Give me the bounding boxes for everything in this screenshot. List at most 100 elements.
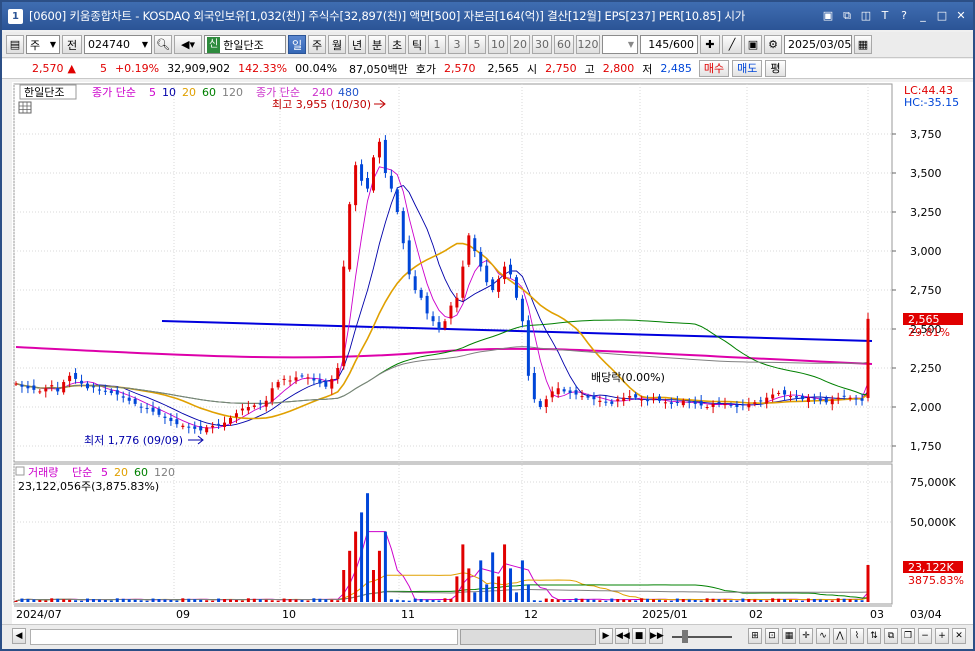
code-input[interactable]: 024740 ▼ <box>84 35 152 54</box>
horizontal-scrollbar[interactable] <box>30 629 458 645</box>
buy-button[interactable]: 매수 <box>698 60 730 77</box>
volume-bar <box>634 600 638 602</box>
zoom-slider-track[interactable] <box>672 636 732 638</box>
last-page-icon[interactable]: ▶▶ <box>649 628 664 644</box>
interval-5[interactable]: 5 <box>468 35 486 54</box>
volume-bar <box>669 600 673 602</box>
stop-icon[interactable]: ■ <box>632 628 646 644</box>
average-button[interactable]: 평 <box>765 60 786 77</box>
line-chart-icon[interactable]: ∿ <box>816 628 830 644</box>
interval-30[interactable]: 30 <box>532 35 552 54</box>
candle-body <box>85 383 89 389</box>
volume-bar <box>830 600 834 602</box>
crosshair-toggle-icon[interactable]: ✛ <box>799 628 813 644</box>
trend-chart-icon[interactable]: ⋀ <box>833 628 847 644</box>
volume-bar <box>181 598 185 602</box>
period-tab-minute[interactable]: 분 <box>368 35 386 54</box>
stock-name-box[interactable]: 신 한일단조 <box>204 35 286 54</box>
ask-label: 호가 <box>415 62 437 76</box>
compare-icon[interactable]: ⇅ <box>867 628 881 644</box>
scroll-left-icon[interactable]: ◀ <box>12 628 26 644</box>
sell-button[interactable]: 매도 <box>732 60 763 77</box>
period-tab-second[interactable]: 초 <box>388 35 406 54</box>
chart-area[interactable]: 한일단조 종가 단순 5 10 20 60 120 종가 단순 240 480 … <box>12 82 974 627</box>
gear-icon[interactable]: ⚙ <box>764 35 782 54</box>
interval-1[interactable]: 1 <box>428 35 446 54</box>
help-icon[interactable]: ? <box>896 8 912 24</box>
date-input[interactable]: 2025/03/05 <box>784 35 852 54</box>
interval-3[interactable]: 3 <box>448 35 466 54</box>
candle-body <box>437 322 441 329</box>
grid-toggle-icon[interactable]: ▦ <box>782 628 796 644</box>
candle-body <box>80 380 84 384</box>
zoom-fit-icon[interactable]: ⊡ <box>765 628 779 644</box>
volume-bar <box>425 599 429 602</box>
search-icon[interactable]: 🔍︎ <box>154 35 172 54</box>
plus-icon[interactable]: + <box>935 628 949 644</box>
prev-button[interactable]: 전 <box>62 35 82 54</box>
period-tab-day[interactable]: 일 <box>288 35 306 54</box>
volume-bar <box>473 592 477 602</box>
chart-type-icon[interactable]: ▤ <box>6 35 24 54</box>
period-tab-tick[interactable]: 틱 <box>408 35 426 54</box>
interval-10[interactable]: 10 <box>488 35 508 54</box>
minimize-icon[interactable]: _ <box>915 8 931 24</box>
link-icon[interactable]: ⧉ <box>839 8 855 24</box>
scroll-right-icon[interactable]: ▶ <box>599 628 613 644</box>
text-icon[interactable]: T <box>877 8 893 24</box>
candle-body <box>503 266 507 280</box>
candle-body <box>20 384 24 387</box>
overlay-icon[interactable]: ⧉ <box>884 628 898 644</box>
layout-icon[interactable]: ▣ <box>820 8 836 24</box>
date-tick-label: 2025/01 <box>642 608 688 621</box>
interval-20[interactable]: 20 <box>510 35 530 54</box>
zoom-in-icon[interactable]: ⊞ <box>748 628 762 644</box>
volume-bar <box>336 600 340 602</box>
candle-body <box>699 401 703 406</box>
volume-bar <box>509 568 513 602</box>
period-tab-week[interactable]: 주 <box>308 35 326 54</box>
title-bar-controls: ▣ ⧉ ◫ T ? _ □ ✕ <box>820 8 969 24</box>
volume-bar <box>842 598 846 602</box>
close-icon[interactable]: ✕ <box>953 8 969 24</box>
candle-body <box>318 379 322 384</box>
first-page-icon[interactable]: ◀◀ <box>615 628 630 644</box>
type-select[interactable]: 주 ▼ <box>26 35 60 54</box>
volume-bar <box>586 599 590 602</box>
speaker-icon[interactable]: ◀▾ <box>174 35 202 54</box>
count-input[interactable]: 145/600 <box>640 35 698 54</box>
save-icon[interactable]: ▣ <box>744 35 762 54</box>
date-axis: 2024/07 09 10 11 12 2025/01 02 03 <box>14 605 892 621</box>
candle-body <box>759 400 763 402</box>
crosshair-icon[interactable]: ✚ <box>700 35 720 54</box>
trend-tool-icon[interactable]: ╱ <box>722 35 742 54</box>
custom-interval-select[interactable]: ▼ <box>602 35 638 54</box>
interval-60[interactable]: 60 <box>554 35 574 54</box>
volume-bar <box>377 550 381 602</box>
minus-icon[interactable]: − <box>918 628 932 644</box>
ask-price: 2,570 <box>444 62 476 75</box>
candle-body <box>544 399 548 407</box>
candle-body <box>836 397 840 400</box>
scrollbar-thumb[interactable] <box>460 629 596 645</box>
zoom-slider-thumb[interactable] <box>682 630 688 643</box>
interval-120[interactable]: 120 <box>576 35 600 54</box>
indicator-icon[interactable]: ⌇ <box>850 628 864 644</box>
close-panel-icon[interactable]: ✕ <box>952 628 966 644</box>
candle-body <box>294 377 298 381</box>
volume-bar <box>228 599 232 602</box>
table-icon[interactable] <box>18 101 32 114</box>
volume-bar <box>348 550 352 602</box>
candle-body <box>640 399 644 401</box>
volume-legend-value: 23,122,056주(3,875.83%) <box>18 480 159 493</box>
candle-body <box>175 419 179 425</box>
split-icon[interactable]: ◫ <box>858 8 874 24</box>
copy-icon[interactable]: ❐ <box>901 628 915 644</box>
price-volume-chart[interactable]: 한일단조 종가 단순 5 10 20 60 120 종가 단순 240 480 … <box>12 82 974 627</box>
period-tab-month[interactable]: 월 <box>328 35 346 54</box>
period-tab-year[interactable]: 년 <box>348 35 366 54</box>
calendar-icon[interactable]: ▦ <box>854 35 872 54</box>
volume-bar <box>806 598 810 602</box>
maximize-icon[interactable]: □ <box>934 8 950 24</box>
candle-body <box>383 139 387 173</box>
